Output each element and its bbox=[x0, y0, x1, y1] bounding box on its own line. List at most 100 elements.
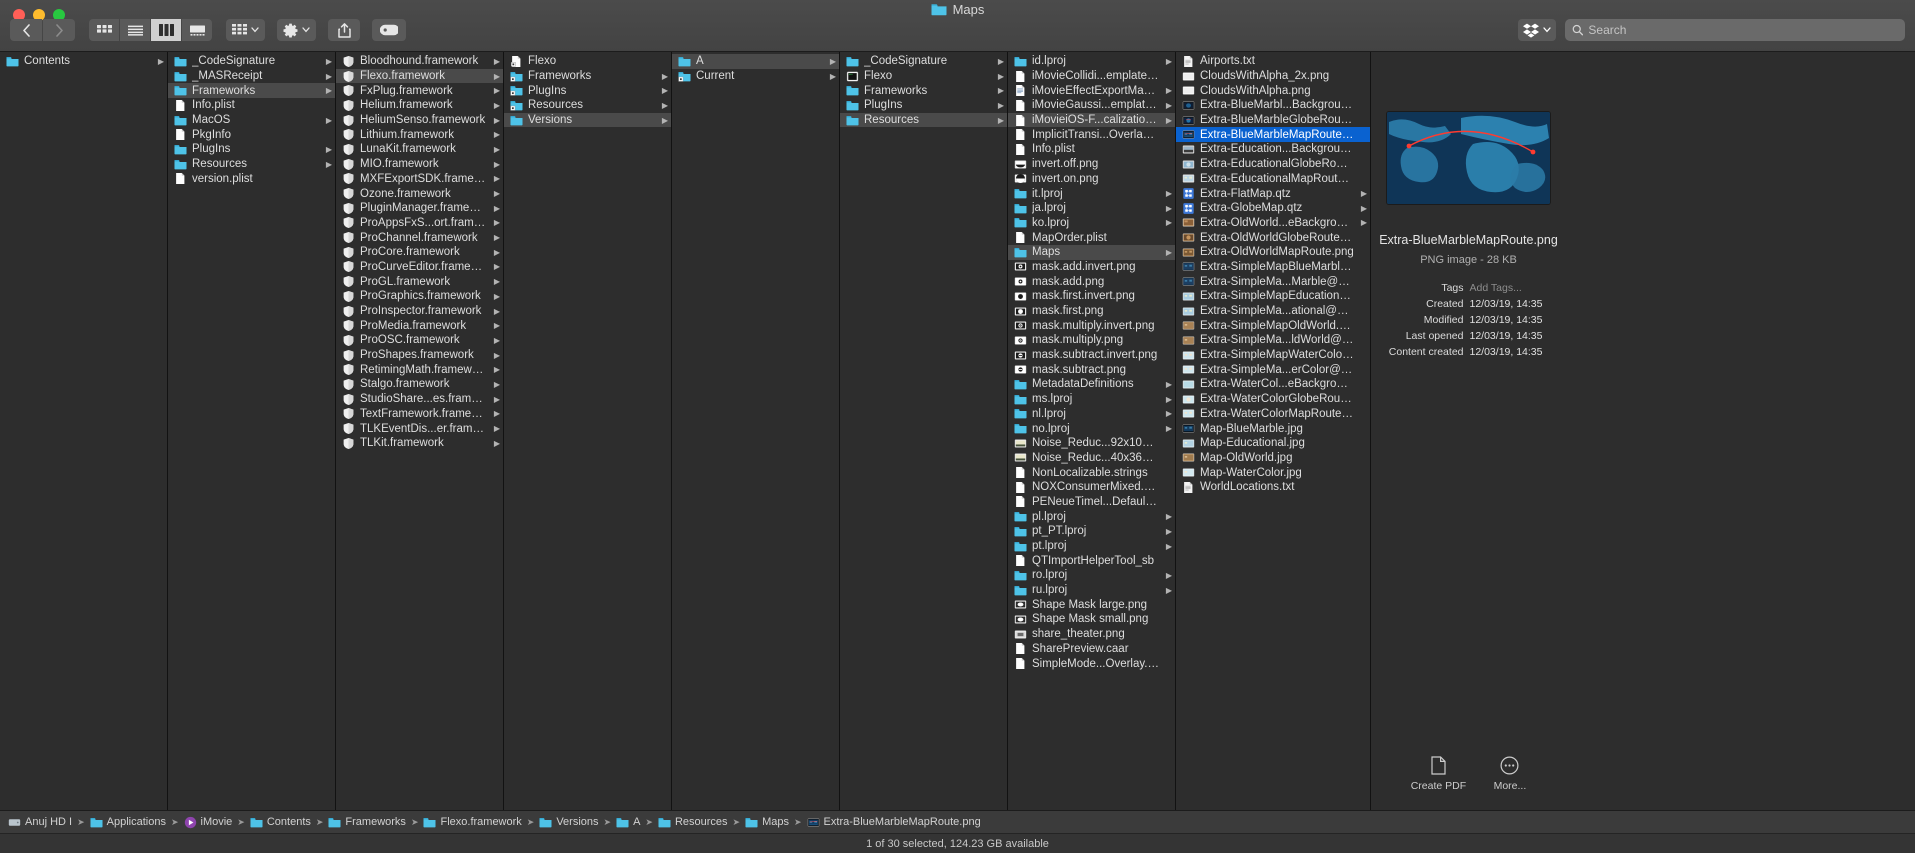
disclosure-arrow-icon[interactable]: ▶ bbox=[492, 395, 500, 404]
file-row[interactable]: Extra-GlobeMap.qtz ▶ bbox=[1176, 201, 1370, 216]
file-row[interactable]: ms.lproj ▶ bbox=[1008, 392, 1175, 407]
file-row[interactable]: FxPlug.framework ▶ bbox=[336, 83, 503, 98]
file-row[interactable]: Extra-EducationalMapRoute.png▶ bbox=[1176, 172, 1370, 187]
disclosure-arrow-icon[interactable]: ▶ bbox=[1164, 542, 1172, 551]
disclosure-arrow-icon[interactable]: ▶ bbox=[324, 116, 332, 125]
column-browser[interactable]: Contents ▶ _CodeSignature ▶ _MASReceipt ▶ Fram… bbox=[0, 52, 1915, 810]
disclosure-arrow-icon[interactable]: ▶ bbox=[660, 101, 668, 110]
file-row[interactable]: CloudsWithAlpha.png▶ bbox=[1176, 83, 1370, 98]
disclosure-arrow-icon[interactable]: ▶ bbox=[996, 101, 1004, 110]
disclosure-arrow-icon[interactable]: ▶ bbox=[1164, 409, 1172, 418]
file-row[interactable]: NOXConsumerMixed.car▶ bbox=[1008, 480, 1175, 495]
file-row[interactable]: Versions ▶ bbox=[504, 112, 671, 128]
file-row[interactable]: Frameworks ▶ bbox=[840, 83, 1007, 98]
path-segment[interactable]: Extra-BlueMarbleMapRoute.png bbox=[807, 816, 981, 829]
path-segment[interactable]: Resources bbox=[658, 816, 728, 829]
file-row[interactable]: iMovieGaussi...emplate.caar ▶ bbox=[1008, 98, 1175, 113]
file-row[interactable]: PENeueTimel...Defaults.plist▶ bbox=[1008, 495, 1175, 510]
file-row[interactable]: Extra-BlueMarbl...Background.jpg▶ bbox=[1176, 98, 1370, 113]
disclosure-arrow-icon[interactable]: ▶ bbox=[324, 86, 332, 95]
file-row[interactable]: Helium.framework ▶ bbox=[336, 98, 503, 113]
column-frameworks[interactable]: Bloodhound.framework ▶ Flexo.framework ▶ FxP… bbox=[336, 52, 504, 810]
file-row[interactable]: mask.first.invert.png▶ bbox=[1008, 289, 1175, 304]
file-row[interactable]: ProCore.framework ▶ bbox=[336, 245, 503, 260]
file-row[interactable]: Bloodhound.framework ▶ bbox=[336, 54, 503, 69]
file-row[interactable]: ru.lproj ▶ bbox=[1008, 583, 1175, 598]
disclosure-arrow-icon[interactable]: ▶ bbox=[1164, 395, 1172, 404]
file-row[interactable]: PlugIns ▶ bbox=[840, 98, 1007, 113]
file-row[interactable]: Lithium.framework ▶ bbox=[336, 127, 503, 142]
disclosure-arrow-icon[interactable]: ▶ bbox=[660, 72, 668, 81]
file-row[interactable]: mask.add.png▶ bbox=[1008, 274, 1175, 289]
dropbox-button[interactable] bbox=[1518, 19, 1556, 41]
path-bar[interactable]: Anuj HD I ➤ Applications ➤ iMovie ➤ Contents ➤ F… bbox=[0, 810, 1915, 833]
file-row[interactable]: Extra-SimpleMapBlueMarble.png▶ bbox=[1176, 260, 1370, 275]
file-row[interactable]: PlugIns ▶ bbox=[168, 142, 335, 157]
gallery-view-button[interactable] bbox=[182, 19, 212, 41]
file-row[interactable]: iMovieiOS-F...calization.plist ▶ bbox=[1008, 112, 1175, 128]
column-view-button[interactable] bbox=[151, 19, 181, 41]
file-row[interactable]: ProShapes.framework ▶ bbox=[336, 348, 503, 363]
file-row[interactable]: Info.plist▶ bbox=[1008, 142, 1175, 157]
disclosure-arrow-icon[interactable]: ▶ bbox=[492, 218, 500, 227]
file-row[interactable]: StudioShare...es.framework ▶ bbox=[336, 392, 503, 407]
file-row[interactable]: TLKEventDis...er.framework ▶ bbox=[336, 421, 503, 436]
disclosure-arrow-icon[interactable]: ▶ bbox=[492, 336, 500, 345]
file-row[interactable]: ProOSC.framework ▶ bbox=[336, 333, 503, 348]
file-row[interactable]: Extra-SimpleMapWaterColor.png▶ bbox=[1176, 348, 1370, 363]
file-row[interactable]: invert.on.png▶ bbox=[1008, 172, 1175, 187]
action-menu-button[interactable] bbox=[277, 19, 316, 41]
path-segment[interactable]: Contents bbox=[250, 816, 311, 829]
column-maps[interactable]: Airports.txt▶CloudsWithAlpha_2x.png▶Clou… bbox=[1176, 52, 1371, 810]
disclosure-arrow-icon[interactable]: ▶ bbox=[324, 145, 332, 154]
file-row[interactable]: Extra-WaterColorGlobeRoute.png▶ bbox=[1176, 392, 1370, 407]
disclosure-arrow-icon[interactable]: ▶ bbox=[492, 174, 500, 183]
search-field[interactable] bbox=[1565, 19, 1905, 41]
file-row[interactable]: mask.first.png▶ bbox=[1008, 304, 1175, 319]
file-row[interactable]: version.plist▶ bbox=[168, 172, 335, 187]
disclosure-arrow-icon[interactable]: ▶ bbox=[660, 86, 668, 95]
file-row[interactable]: ro.lproj ▶ bbox=[1008, 568, 1175, 583]
file-row[interactable]: LunaKit.framework ▶ bbox=[336, 142, 503, 157]
file-row[interactable]: QTImportHelperTool_sb▶ bbox=[1008, 553, 1175, 568]
file-row[interactable]: MetadataDefinitions ▶ bbox=[1008, 377, 1175, 392]
file-row[interactable]: it.lproj ▶ bbox=[1008, 186, 1175, 201]
file-row[interactable]: invert.off.png▶ bbox=[1008, 157, 1175, 172]
file-row[interactable]: Extra-SimpleMapOldWorld.png▶ bbox=[1176, 318, 1370, 333]
disclosure-arrow-icon[interactable]: ▶ bbox=[660, 116, 668, 125]
file-row[interactable]: ImplicitTransi...Overlay.caar▶ bbox=[1008, 127, 1175, 142]
file-row[interactable]: Map-BlueMarble.jpg▶ bbox=[1176, 421, 1370, 436]
disclosure-arrow-icon[interactable]: ▶ bbox=[492, 145, 500, 154]
disclosure-arrow-icon[interactable]: ▶ bbox=[1164, 571, 1172, 580]
file-row[interactable]: Info.plist▶ bbox=[168, 98, 335, 113]
file-row[interactable]: Airports.txt▶ bbox=[1176, 54, 1370, 69]
disclosure-arrow-icon[interactable]: ▶ bbox=[1164, 101, 1172, 110]
disclosure-arrow-icon[interactable]: ▶ bbox=[1164, 512, 1172, 521]
disclosure-arrow-icon[interactable]: ▶ bbox=[1164, 189, 1172, 198]
file-row[interactable]: Extra-OldWorldMapRoute.png▶ bbox=[1176, 245, 1370, 260]
disclosure-arrow-icon[interactable]: ▶ bbox=[492, 321, 500, 330]
more-button[interactable]: More... bbox=[1494, 756, 1526, 792]
file-row[interactable]: SimpleMode...Overlay.caar▶ bbox=[1008, 656, 1175, 671]
icon-view-button[interactable] bbox=[89, 19, 119, 41]
disclosure-arrow-icon[interactable]: ▶ bbox=[996, 57, 1004, 66]
file-row[interactable]: Maps ▶ bbox=[1008, 244, 1175, 260]
file-row[interactable]: Extra-OldWorldGlobeRoute.png▶ bbox=[1176, 230, 1370, 245]
column-resources[interactable]: id.lproj▶iMovieCollidi...emplate.caar▶iM… bbox=[1008, 52, 1176, 810]
search-input[interactable] bbox=[1588, 23, 1898, 37]
disclosure-arrow-icon[interactable]: ▶ bbox=[492, 57, 500, 66]
file-row[interactable]: ProMedia.framework ▶ bbox=[336, 318, 503, 333]
disclosure-arrow-icon[interactable]: ▶ bbox=[1164, 218, 1172, 227]
disclosure-arrow-icon[interactable]: ▶ bbox=[492, 189, 500, 198]
file-row[interactable]: RetimingMath.framework ▶ bbox=[336, 362, 503, 377]
file-row[interactable]: Noise_Reduc...92x108.png▶ bbox=[1008, 436, 1175, 451]
disclosure-arrow-icon[interactable]: ▶ bbox=[492, 160, 500, 169]
file-row[interactable]: Resources ▶ bbox=[504, 98, 671, 113]
file-row[interactable]: ko.lproj ▶ bbox=[1008, 216, 1175, 231]
file-row[interactable]: mask.multiply.png▶ bbox=[1008, 333, 1175, 348]
file-row[interactable]: ProInspector.framework ▶ bbox=[336, 304, 503, 319]
file-row[interactable]: Map-Educational.jpg▶ bbox=[1176, 436, 1370, 451]
file-row[interactable]: Map-WaterColor.jpg▶ bbox=[1176, 465, 1370, 480]
disclosure-arrow-icon[interactable]: ▶ bbox=[492, 248, 500, 257]
disclosure-arrow-icon[interactable]: ▶ bbox=[828, 72, 836, 81]
